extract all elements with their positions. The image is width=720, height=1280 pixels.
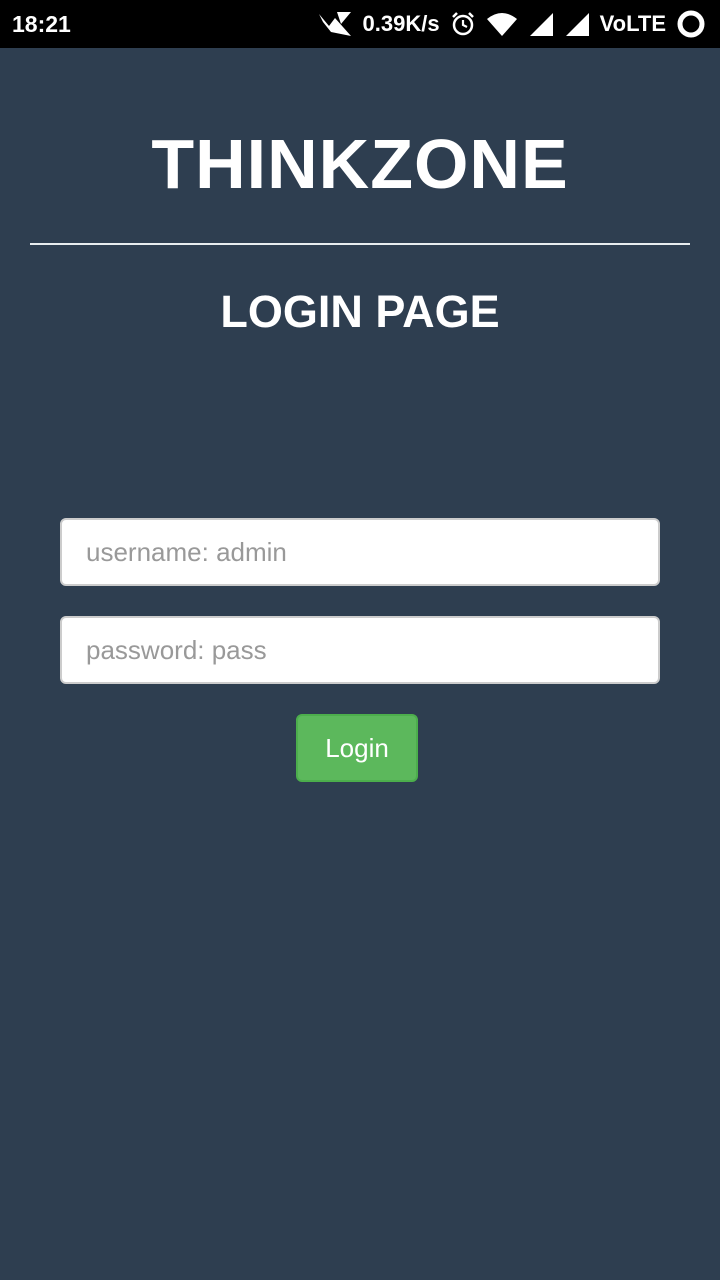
data-saver-icon xyxy=(317,10,353,38)
login-button[interactable]: Login xyxy=(296,714,418,782)
alarm-icon xyxy=(450,11,476,37)
password-input[interactable] xyxy=(60,616,660,684)
net-speed: 0.39K/s xyxy=(362,11,440,36)
username-input[interactable] xyxy=(60,518,660,586)
status-bar: 18:21 0.39K/s VoLTE xyxy=(0,0,720,48)
battery-ring-icon xyxy=(676,9,706,39)
wifi-icon xyxy=(486,11,518,37)
signal-icon xyxy=(528,11,554,37)
status-time: 18:21 xyxy=(12,10,71,37)
status-icons: 0.39K/s VoLTE xyxy=(317,9,706,39)
signal-icon-2 xyxy=(564,11,590,37)
network-label: VoLTE xyxy=(599,11,666,36)
page-title: LOGIN PAGE xyxy=(220,286,500,337)
brand-title: THINKZONE xyxy=(151,125,569,203)
login-screen: THINKZONE LOGIN PAGE Login xyxy=(0,48,720,1280)
divider xyxy=(30,243,690,245)
